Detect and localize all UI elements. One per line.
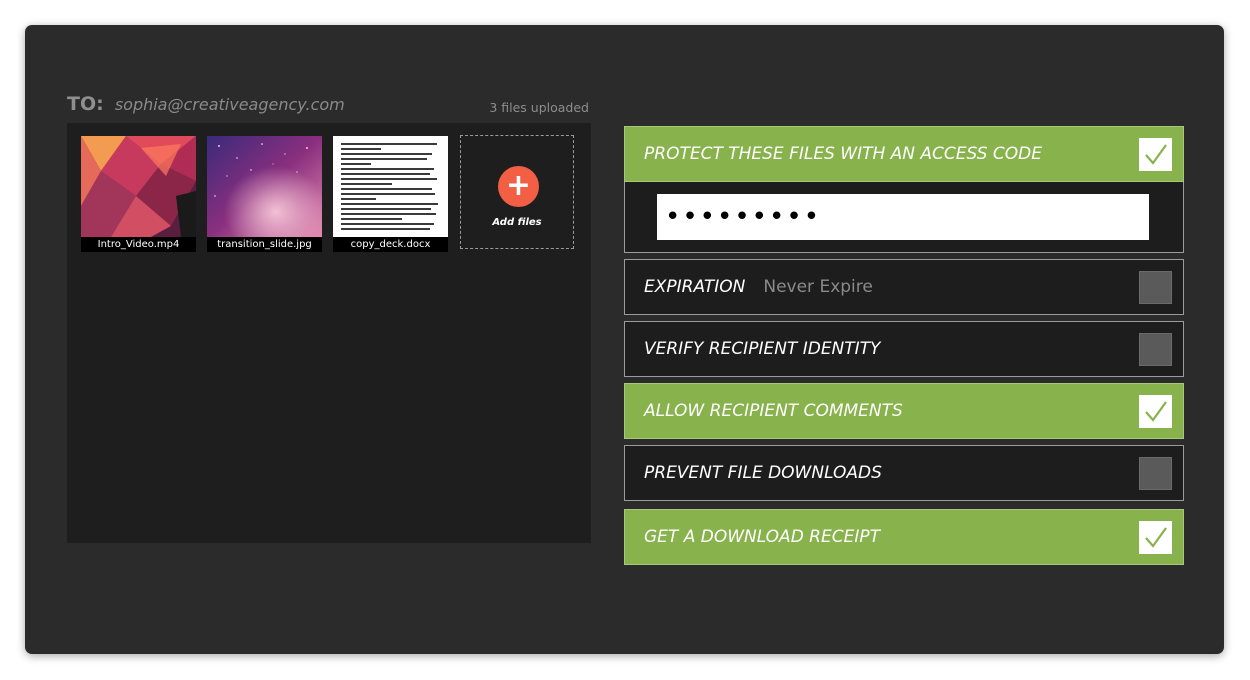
plus-icon[interactable]: + [498,166,539,207]
option-label: ALLOW RECIPIENT COMMENTS [644,401,903,421]
option-label: PREVENT FILE DOWNLOADS [644,463,882,483]
expiration-value[interactable]: Never Expire [763,277,872,297]
verify-identity-checkbox[interactable] [1139,333,1172,366]
upload-count: 3 files uploaded [489,100,589,115]
add-files-label: Add files [492,217,542,228]
share-settings-window: TO: sophia@creativeagency.com 3 files up… [25,25,1224,654]
allow-comments-checkbox[interactable] [1139,395,1172,428]
add-files-button[interactable]: + Add files [460,135,574,249]
option-verify-identity[interactable]: VERIFY RECIPIENT IDENTITY [624,321,1184,377]
download-receipt-checkbox[interactable] [1139,521,1172,554]
option-expiration[interactable]: EXPIRATION Never Expire [624,259,1184,315]
to-label: TO: [67,93,104,115]
option-allow-comments[interactable]: ALLOW RECIPIENT COMMENTS [624,383,1184,439]
checkmark-icon [1145,144,1167,165]
option-prevent-downloads[interactable]: PREVENT FILE DOWNLOADS [624,445,1184,501]
file-panel: Intro_Video.mp4 transition_slide.jpg cop… [67,123,591,543]
file-name: Intro_Video.mp4 [81,237,196,252]
image-thumbnail [207,136,322,237]
file-tile-image[interactable]: transition_slide.jpg [207,136,322,252]
expiration-label: EXPIRATION [644,277,746,297]
video-thumbnail [81,136,196,237]
file-tile-video[interactable]: Intro_Video.mp4 [81,136,196,252]
document-thumbnail [333,136,448,237]
option-label: GET A DOWNLOAD RECEIPT [644,527,880,547]
checkmark-icon [1145,527,1167,548]
access-code-checkbox[interactable] [1139,138,1172,171]
checkmark-icon [1145,401,1167,422]
recipient-email[interactable]: sophia@creativeagency.com [115,95,345,114]
option-download-receipt[interactable]: GET A DOWNLOAD RECEIPT [624,509,1184,565]
prevent-downloads-checkbox[interactable] [1139,457,1172,490]
option-label: VERIFY RECIPIENT IDENTITY [644,339,881,359]
access-code-input[interactable] [657,194,1149,240]
option-access-code[interactable]: PROTECT THESE FILES WITH AN ACCESS CODE [624,126,1184,182]
access-code-panel [624,182,1184,253]
option-label: EXPIRATION Never Expire [644,260,873,314]
recipient-line: TO: sophia@creativeagency.com [67,93,345,115]
option-label: PROTECT THESE FILES WITH AN ACCESS CODE [644,144,1042,164]
file-tile-document[interactable]: copy_deck.docx [333,136,448,252]
file-name: copy_deck.docx [333,237,448,252]
expiration-checkbox[interactable] [1139,271,1172,304]
file-name: transition_slide.jpg [207,237,322,252]
